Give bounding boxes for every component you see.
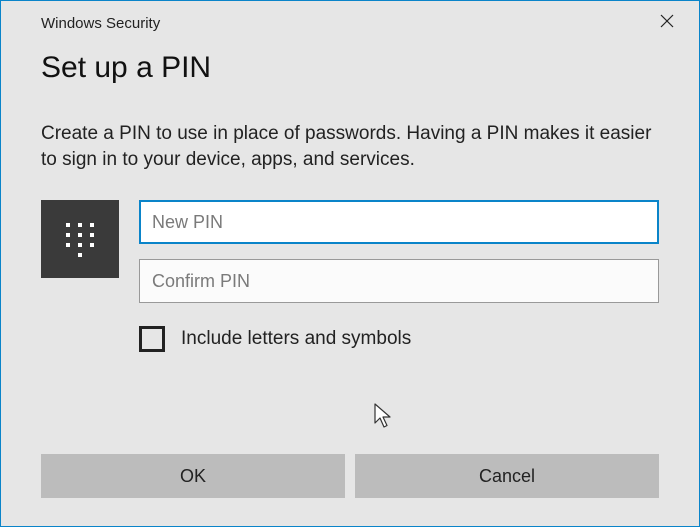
- titlebar: Windows Security: [1, 1, 699, 37]
- include-letters-checkbox[interactable]: [139, 326, 165, 352]
- pin-fields: Include letters and symbols: [139, 200, 659, 352]
- dialog-heading: Set up a PIN: [41, 51, 659, 85]
- pin-keypad-icon: [41, 200, 119, 278]
- dialog-description: Create a PIN to use in place of password…: [41, 121, 659, 172]
- include-letters-label: Include letters and symbols: [181, 328, 411, 350]
- close-icon: [660, 14, 674, 28]
- ok-button[interactable]: OK: [41, 454, 345, 498]
- window-title: Windows Security: [41, 15, 160, 32]
- dialog-content: Set up a PIN Create a PIN to use in plac…: [1, 37, 699, 352]
- windows-security-dialog: Windows Security Set up a PIN Create a P…: [0, 0, 700, 527]
- form-row: Include letters and symbols: [41, 200, 659, 352]
- confirm-pin-input[interactable]: [139, 259, 659, 303]
- cancel-button[interactable]: Cancel: [355, 454, 659, 498]
- button-row: OK Cancel: [41, 454, 659, 498]
- new-pin-input[interactable]: [139, 200, 659, 244]
- close-button[interactable]: [647, 6, 687, 36]
- include-letters-row: Include letters and symbols: [139, 326, 659, 352]
- mouse-cursor-icon: [374, 403, 394, 434]
